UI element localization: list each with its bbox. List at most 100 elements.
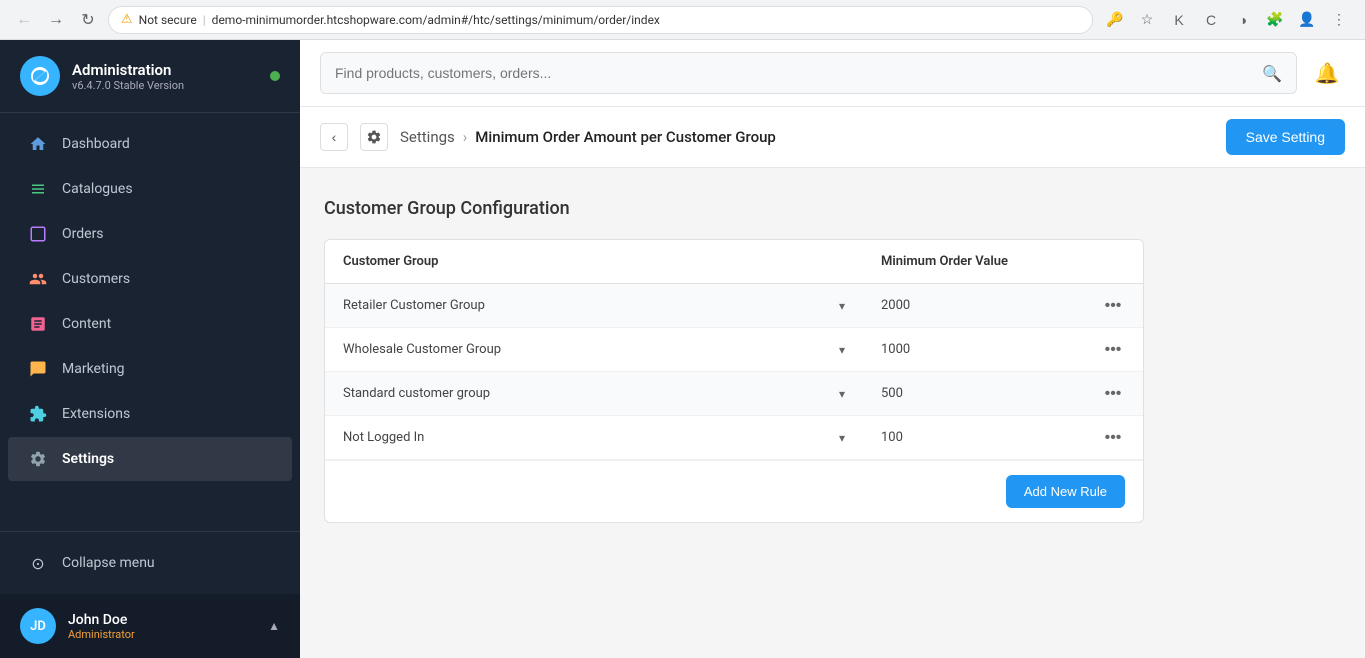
sidebar-item-label: Orders xyxy=(62,226,104,242)
row-actions-button[interactable]: ••• xyxy=(1099,337,1128,363)
search-input[interactable] xyxy=(335,65,1252,81)
collapse-menu-label: Collapse menu xyxy=(62,555,155,571)
sidebar-brand-version: v6.4.7.0 Stable Version xyxy=(72,79,258,92)
ext-icon-user[interactable]: 👤 xyxy=(1293,6,1321,34)
table-cell-actions: ••• xyxy=(1083,381,1143,407)
orders-icon xyxy=(28,224,48,244)
customer-group-name: Retailer Customer Group xyxy=(343,298,485,313)
user-info: John Doe Administrator xyxy=(68,612,256,641)
collapse-menu-button[interactable]: ⊙ Collapse menu xyxy=(8,541,292,585)
status-dot xyxy=(270,71,280,81)
sidebar-item-catalogues[interactable]: Catalogues xyxy=(8,167,292,211)
user-role: Administrator xyxy=(68,628,256,641)
table-cell-customer-group: Standard customer group ▾ xyxy=(325,372,863,415)
menu-icon[interactable]: ⋮ xyxy=(1325,6,1353,34)
customers-icon xyxy=(28,269,48,289)
sidebar-item-label: Content xyxy=(62,316,111,332)
url-text: demo-minimumorder.htcshopware.com/admin#… xyxy=(212,13,1080,27)
sidebar-item-content[interactable]: Content xyxy=(8,302,292,346)
breadcrumb-separator: › xyxy=(463,128,468,146)
header-min-order-value: Minimum Order Value xyxy=(863,240,1083,283)
breadcrumb-settings-link[interactable]: Settings xyxy=(400,128,455,146)
user-chevron-icon: ▲ xyxy=(268,619,280,633)
table-header: Customer Group Minimum Order Value xyxy=(325,240,1143,284)
sidebar: Administration v6.4.7.0 Stable Version D… xyxy=(0,40,300,658)
browser-toolbar-icons: 🔑 ☆ K C ◑ 🧩 👤 ⋮ xyxy=(1101,6,1353,34)
sidebar-footer: ⊙ Collapse menu xyxy=(0,531,300,594)
top-bar: 🔍 🔔 xyxy=(300,40,1365,107)
add-new-rule-button[interactable]: Add New Rule xyxy=(1006,475,1125,508)
config-table: Customer Group Minimum Order Value Retai… xyxy=(324,239,1144,523)
table-footer: Add New Rule xyxy=(325,460,1143,522)
section-title: Customer Group Configuration xyxy=(324,198,1341,219)
forward-nav-button[interactable]: → xyxy=(44,8,68,32)
sidebar-item-label: Customers xyxy=(62,271,130,287)
min-order-value: 500 xyxy=(881,386,903,401)
page-content: Customer Group Configuration Customer Gr… xyxy=(300,168,1365,658)
sidebar-brand-info: Administration v6.4.7.0 Stable Version xyxy=(72,61,258,92)
ext-icon-k[interactable]: K xyxy=(1165,6,1193,34)
sidebar-nav: Dashboard Catalogues Orders Customers xyxy=(0,113,300,531)
ext-icon-moon[interactable]: ◑ xyxy=(1229,6,1257,34)
reload-nav-button[interactable]: ↻ xyxy=(76,8,100,32)
sidebar-item-extensions[interactable]: Extensions xyxy=(8,392,292,436)
row-actions-button[interactable]: ••• xyxy=(1099,425,1128,451)
search-box[interactable]: 🔍 xyxy=(320,52,1297,94)
sidebar-item-label: Settings xyxy=(62,451,114,467)
sidebar-header: Administration v6.4.7.0 Stable Version xyxy=(0,40,300,113)
star-icon[interactable]: ☆ xyxy=(1133,6,1161,34)
table-row: Not Logged In ▾ 100 ••• xyxy=(325,416,1143,460)
table-cell-customer-group: Wholesale Customer Group ▾ xyxy=(325,328,863,371)
min-order-value: 2000 xyxy=(881,298,910,313)
row-actions-button[interactable]: ••• xyxy=(1099,293,1128,319)
sidebar-user[interactable]: JD John Doe Administrator ▲ xyxy=(0,594,300,658)
sidebar-item-orders[interactable]: Orders xyxy=(8,212,292,256)
sidebar-item-settings[interactable]: Settings xyxy=(8,437,292,481)
sidebar-item-marketing[interactable]: Marketing xyxy=(8,347,292,391)
settings-icon xyxy=(28,449,48,469)
sidebar-brand-name: Administration xyxy=(72,61,258,79)
ext-icon-puzzle[interactable]: 🧩 xyxy=(1261,6,1289,34)
back-button[interactable]: ‹ xyxy=(320,123,348,151)
breadcrumb: Settings › Minimum Order Amount per Cust… xyxy=(400,128,1214,146)
dropdown-arrow-icon: ▾ xyxy=(839,387,845,401)
dropdown-arrow-icon: ▾ xyxy=(839,431,845,445)
breadcrumb-bar: ‹ Settings › Minimum Order Amount per Cu… xyxy=(300,107,1365,168)
table-cell-min-order: 2000 xyxy=(863,284,1083,327)
sidebar-item-label: Dashboard xyxy=(62,136,130,152)
table-cell-actions: ••• xyxy=(1083,293,1143,319)
key-icon[interactable]: 🔑 xyxy=(1101,6,1129,34)
not-secure-label: Not secure xyxy=(139,13,197,27)
dropdown-arrow-icon: ▾ xyxy=(839,343,845,357)
address-bar[interactable]: ⚠ Not secure | demo-minimumorder.htcshop… xyxy=(108,6,1093,34)
search-icon: 🔍 xyxy=(1262,64,1282,83)
marketing-icon xyxy=(28,359,48,379)
ext-icon-c[interactable]: C xyxy=(1197,6,1225,34)
sidebar-item-label: Extensions xyxy=(62,406,130,422)
app-layout: Administration v6.4.7.0 Stable Version D… xyxy=(0,40,1365,658)
table-cell-actions: ••• xyxy=(1083,425,1143,451)
header-customer-group: Customer Group xyxy=(325,240,863,283)
sidebar-item-dashboard[interactable]: Dashboard xyxy=(8,122,292,166)
catalogues-icon xyxy=(28,179,48,199)
customer-group-name: Wholesale Customer Group xyxy=(343,342,501,357)
sidebar-item-label: Marketing xyxy=(62,361,125,377)
sidebar-logo xyxy=(20,56,60,96)
row-actions-button[interactable]: ••• xyxy=(1099,381,1128,407)
min-order-value: 1000 xyxy=(881,342,910,357)
save-setting-button[interactable]: Save Setting xyxy=(1226,119,1345,155)
back-nav-button[interactable]: ← xyxy=(12,8,36,32)
table-row: Standard customer group ▾ 500 ••• xyxy=(325,372,1143,416)
main-content: 🔍 🔔 ‹ Settings › Minimum Order Amount pe… xyxy=(300,40,1365,658)
customer-group-name: Not Logged In xyxy=(343,430,424,445)
user-name: John Doe xyxy=(68,612,256,628)
table-cell-min-order: 1000 xyxy=(863,328,1083,371)
collapse-icon: ⊙ xyxy=(28,553,48,573)
gear-button[interactable] xyxy=(360,123,388,151)
sidebar-item-customers[interactable]: Customers xyxy=(8,257,292,301)
header-actions xyxy=(1083,240,1143,283)
breadcrumb-current-page: Minimum Order Amount per Customer Group xyxy=(475,128,776,146)
table-row: Wholesale Customer Group ▾ 1000 ••• xyxy=(325,328,1143,372)
notification-button[interactable]: 🔔 xyxy=(1309,55,1345,91)
table-cell-min-order: 100 xyxy=(863,416,1083,459)
